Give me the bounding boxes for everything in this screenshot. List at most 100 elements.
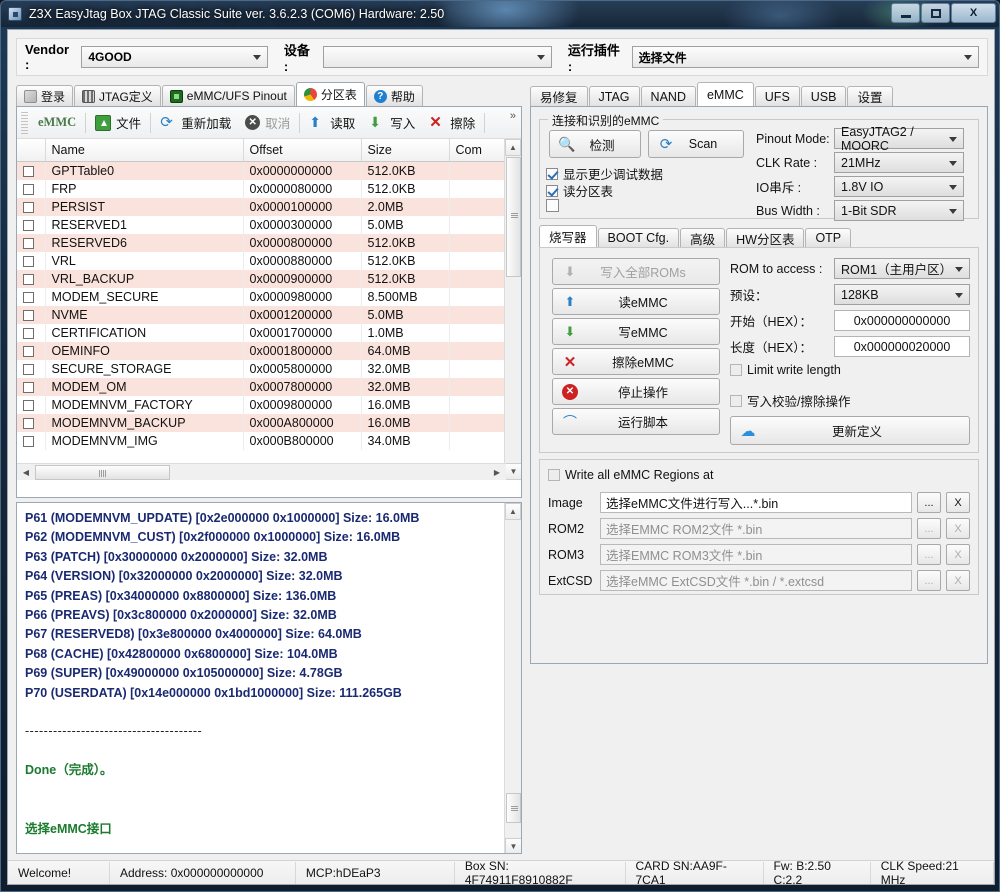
- table-row[interactable]: MODEM_SECURE0x00009800008.500MB: [17, 288, 506, 306]
- log-scroll-thumb[interactable]: [506, 793, 521, 823]
- checkbox-icon[interactable]: [23, 220, 34, 231]
- table-row[interactable]: MODEMNVM_FACTORY0x000980000016.0MB: [17, 396, 506, 414]
- column-comment[interactable]: Com: [449, 139, 506, 162]
- log-scroll-down-icon[interactable]: ▼: [505, 838, 522, 854]
- toolbar-mode-emmc[interactable]: eMMC: [31, 112, 83, 133]
- clear-button[interactable]: X: [946, 518, 970, 539]
- checkbox-icon[interactable]: [23, 436, 34, 447]
- update-definitions-button[interactable]: ☁ 更新定义: [730, 416, 970, 445]
- row-checkbox-cell[interactable]: [17, 432, 45, 450]
- inner-tab-高级[interactable]: 高级: [680, 228, 725, 247]
- close-button[interactable]: X: [951, 3, 996, 23]
- table-row[interactable]: FRP0x0000080000512.0KB: [17, 180, 506, 198]
- tab-USB[interactable]: USB: [801, 86, 847, 106]
- row-checkbox-cell[interactable]: [17, 234, 45, 252]
- start-hex-input[interactable]: 0x000000000000: [834, 310, 970, 331]
- run-script-button[interactable]: ⌒ 运行脚本: [552, 408, 720, 435]
- table-row[interactable]: OEMINFO0x000180000064.0MB: [17, 342, 506, 360]
- length-hex-input[interactable]: 0x000000020000: [834, 336, 970, 357]
- log-scroll-up-icon[interactable]: ▲: [505, 503, 521, 520]
- browse-button[interactable]: ...: [917, 570, 941, 591]
- toolbar-overflow-button[interactable]: »: [510, 110, 516, 122]
- scroll-up-icon[interactable]: ▲: [505, 139, 521, 156]
- checkbox-icon[interactable]: [23, 256, 34, 267]
- checkbox-icon[interactable]: [23, 238, 34, 249]
- detect-button[interactable]: 🔍 检测: [549, 130, 641, 158]
- table-row[interactable]: VRL0x0000880000512.0KB: [17, 252, 506, 270]
- row-checkbox-cell[interactable]: [17, 396, 45, 414]
- verify-erase-checkbox[interactable]: 写入校验/擦除操作: [730, 391, 970, 410]
- inner-tab-OTP[interactable]: OTP: [805, 228, 851, 247]
- column-offset[interactable]: Offset: [243, 139, 361, 162]
- scroll-right-icon[interactable]: ▶: [489, 465, 505, 480]
- column-name[interactable]: Name: [45, 139, 243, 162]
- inner-tab-HW分区表[interactable]: HW分区表: [726, 228, 804, 247]
- checkbox-icon[interactable]: [23, 400, 34, 411]
- checkbox-extra[interactable]: [546, 199, 564, 212]
- table-row[interactable]: MODEMNVM_IMG0x000B80000034.0MB: [17, 432, 506, 450]
- table-row[interactable]: VRL_BACKUP0x0000900000512.0KB: [17, 270, 506, 288]
- file-input[interactable]: 选择eMMC ExtCSD文件 *.bin / *.extcsd: [600, 570, 912, 591]
- row-checkbox-cell[interactable]: [17, 414, 45, 432]
- checkbox-icon[interactable]: [23, 364, 34, 375]
- checkbox-icon[interactable]: [23, 310, 34, 321]
- toolbar-erase-button[interactable]: ✕ 擦除: [422, 110, 482, 135]
- grid-vertical-scrollbar[interactable]: ▲ ▼: [504, 139, 521, 480]
- tab-help[interactable]: ? 帮助: [366, 85, 423, 106]
- row-checkbox-cell[interactable]: [17, 306, 45, 324]
- checkbox-icon[interactable]: [23, 292, 34, 303]
- file-input[interactable]: 选择eMMC文件进行写入...*.bin: [600, 492, 912, 513]
- inner-tab-烧写器[interactable]: 烧写器: [539, 225, 597, 247]
- write-all-roms-button[interactable]: ⬇ 写入全部ROMs: [552, 258, 720, 285]
- toolbar-reload-button[interactable]: ⟳ 重新加载: [153, 110, 238, 135]
- file-input[interactable]: 选择EMMC ROM3文件 *.bin: [600, 544, 912, 565]
- row-checkbox-cell[interactable]: [17, 360, 45, 378]
- limit-write-length-checkbox[interactable]: Limit write length: [730, 363, 970, 377]
- device-combo[interactable]: [323, 46, 551, 68]
- tab-易修复[interactable]: 易修复: [530, 86, 588, 106]
- scan-button[interactable]: ⟳ Scan: [648, 130, 744, 158]
- column-size[interactable]: Size: [361, 139, 449, 162]
- clear-button[interactable]: X: [946, 492, 970, 513]
- clk-rate-combo[interactable]: 21MHz: [834, 152, 964, 173]
- rom-access-combo[interactable]: ROM1（主用户区）: [834, 258, 970, 279]
- tab-jtag-def[interactable]: JTAG定义: [74, 85, 161, 106]
- tab-JTAG[interactable]: JTAG: [589, 86, 640, 106]
- log-panel[interactable]: P61 (MODEMNVM_UPDATE) [0x2e000000 0x1000…: [16, 502, 522, 854]
- table-row[interactable]: MODEM_OM0x000780000032.0MB: [17, 378, 506, 396]
- preset-combo[interactable]: 128KB: [834, 284, 970, 305]
- io-voltage-combo[interactable]: 1.8V IO: [834, 176, 964, 197]
- clear-button[interactable]: X: [946, 570, 970, 591]
- table-row[interactable]: RESERVED10x00003000005.0MB: [17, 216, 506, 234]
- table-row[interactable]: SECURE_STORAGE0x000580000032.0MB: [17, 360, 506, 378]
- table-row[interactable]: GPTTable00x0000000000512.0KB: [17, 162, 506, 181]
- row-checkbox-cell[interactable]: [17, 288, 45, 306]
- table-row[interactable]: MODEMNVM_BACKUP0x000A80000016.0MB: [17, 414, 506, 432]
- grid-horizontal-scrollbar[interactable]: ◀ ▶: [17, 463, 506, 480]
- checkbox-icon[interactable]: [23, 382, 34, 393]
- row-checkbox-cell[interactable]: [17, 252, 45, 270]
- row-checkbox-cell[interactable]: [17, 162, 45, 181]
- checkbox-icon[interactable]: [23, 184, 34, 195]
- table-row[interactable]: PERSIST0x00001000002.0MB: [17, 198, 506, 216]
- stop-operation-button[interactable]: ✕ 停止操作: [552, 378, 720, 405]
- checkbox-icon[interactable]: [23, 202, 34, 213]
- pinout-mode-combo[interactable]: EasyJTAG2 / MOORC: [834, 128, 964, 149]
- erase-emmc-button[interactable]: ✕ 擦除eMMC: [552, 348, 720, 375]
- tab-设置[interactable]: 设置: [847, 86, 892, 106]
- read-emmc-button[interactable]: ⬆ 读eMMC: [552, 288, 720, 315]
- checkbox-icon[interactable]: [23, 328, 34, 339]
- inner-tab-BOOT Cfg.[interactable]: BOOT Cfg.: [598, 228, 680, 247]
- clear-button[interactable]: X: [946, 544, 970, 565]
- checkbox-icon[interactable]: [23, 166, 34, 177]
- scroll-down-icon[interactable]: ▼: [505, 463, 521, 480]
- tab-NAND[interactable]: NAND: [641, 86, 696, 106]
- tab-partition-table[interactable]: 分区表: [296, 82, 365, 106]
- toolbar-file-button[interactable]: 文件: [88, 110, 148, 135]
- plugin-combo[interactable]: 选择文件: [632, 46, 979, 68]
- browse-button[interactable]: ...: [917, 518, 941, 539]
- row-checkbox-cell[interactable]: [17, 324, 45, 342]
- row-checkbox-cell[interactable]: [17, 216, 45, 234]
- row-checkbox-cell[interactable]: [17, 180, 45, 198]
- checkbox-icon[interactable]: [23, 346, 34, 357]
